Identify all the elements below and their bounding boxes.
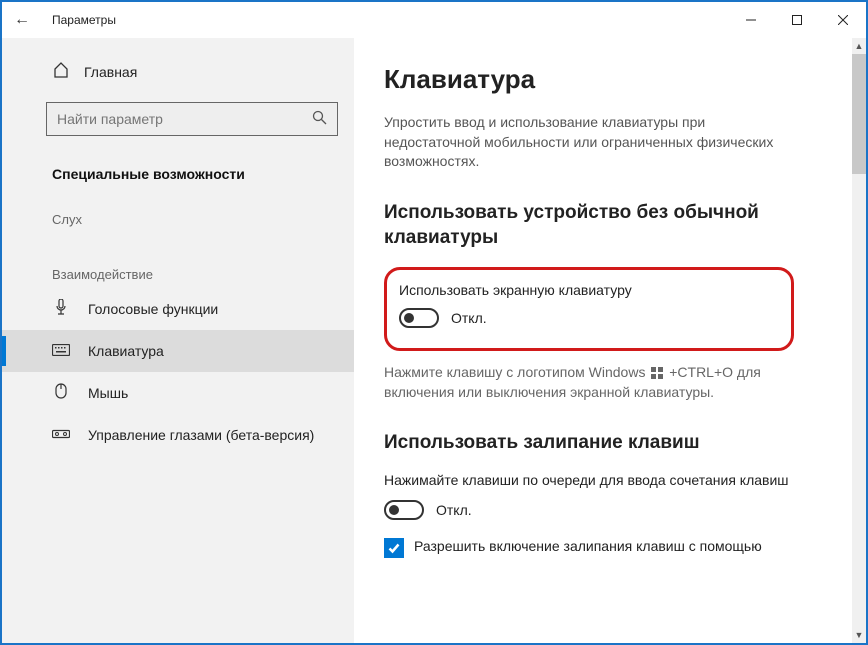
scroll-up-button[interactable]: ▲	[852, 38, 866, 54]
group-interaction: Взаимодействие	[2, 233, 354, 288]
close-button[interactable]	[820, 4, 866, 36]
section-sticky-heading: Использовать залипание клавиш	[384, 430, 804, 456]
back-button[interactable]: ←	[14, 11, 30, 29]
group-hearing: Слух	[2, 196, 354, 233]
minimize-button[interactable]	[728, 4, 774, 36]
search-input[interactable]	[46, 102, 338, 136]
content-pane: Клавиатура Упростить ввод и использовани…	[354, 38, 866, 643]
titlebar: ← Параметры	[2, 2, 866, 38]
mic-icon	[52, 299, 70, 319]
mouse-icon	[52, 383, 70, 403]
page-intro: Упростить ввод и использование клавиатур…	[384, 113, 794, 172]
search-icon	[312, 110, 327, 129]
maximize-button[interactable]	[774, 4, 820, 36]
sidebar-item-label: Голосовые функции	[88, 301, 218, 317]
windows-logo-icon	[651, 367, 663, 379]
sidebar-item-label: Управление глазами (бета-версия)	[88, 427, 314, 443]
onscreen-kb-hint: Нажмите клавишу с логотипом Windows +CTR…	[384, 363, 794, 402]
home-icon	[52, 62, 70, 82]
sidebar-item-label: Клавиатура	[88, 343, 164, 359]
sidebar-item-eyecontrol[interactable]: Управление глазами (бета-версия)	[2, 414, 354, 456]
sticky-shortcut-checkbox[interactable]	[384, 538, 404, 558]
category-title: Специальные возможности	[2, 152, 354, 196]
scrollbar[interactable]: ▲ ▼	[852, 38, 866, 643]
sticky-allow-label: Разрешить включение залипания клавиш с п…	[414, 538, 762, 554]
sticky-desc: Нажимайте клавиши по очереди для ввода с…	[384, 472, 794, 488]
window-title: Параметры	[52, 13, 116, 27]
home-label: Главная	[84, 64, 137, 80]
sticky-keys-toggle[interactable]	[384, 500, 424, 520]
sidebar-item-label: Мышь	[88, 385, 128, 401]
sidebar-item-speech[interactable]: Голосовые функции	[2, 288, 354, 330]
sidebar: Главная Специальные возможности Слух Вза…	[2, 38, 354, 643]
sidebar-item-mouse[interactable]: Мышь	[2, 372, 354, 414]
search-field[interactable]	[57, 111, 312, 127]
scroll-thumb[interactable]	[852, 54, 866, 174]
section-onscreen-heading: Использовать устройство без обычной клав…	[384, 200, 804, 251]
highlight-annotation: Использовать экранную клавиатуру Откл.	[384, 267, 794, 351]
settings-window: ← Параметры Главная	[0, 0, 868, 645]
scroll-down-button[interactable]: ▼	[852, 627, 866, 643]
toggle-state: Откл.	[436, 502, 472, 518]
onscreen-kb-toggle[interactable]	[399, 308, 439, 328]
eye-icon	[52, 427, 70, 444]
keyboard-icon	[52, 343, 70, 360]
home-nav[interactable]: Главная	[2, 56, 354, 88]
onscreen-kb-label: Использовать экранную клавиатуру	[399, 282, 775, 298]
page-title: Клавиатура	[384, 64, 836, 95]
toggle-state: Откл.	[451, 310, 487, 326]
sidebar-item-keyboard[interactable]: Клавиатура	[2, 330, 354, 372]
